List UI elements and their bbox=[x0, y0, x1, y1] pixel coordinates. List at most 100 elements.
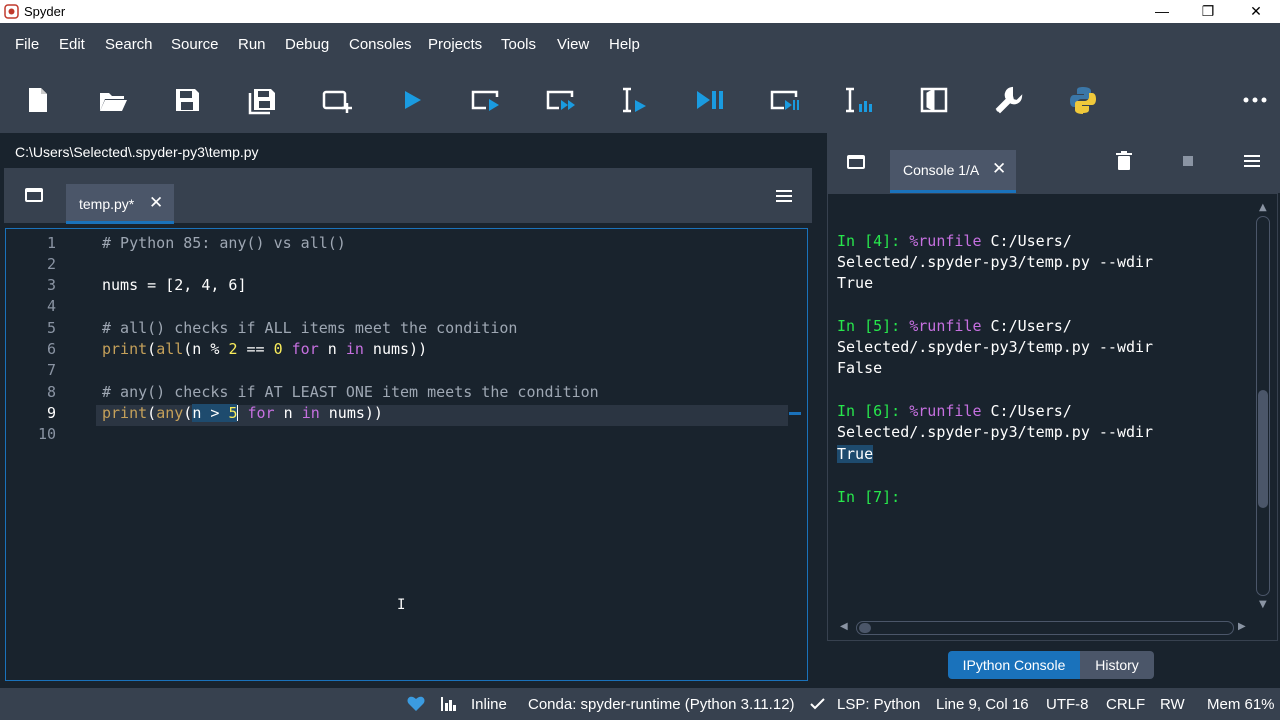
save-all-button[interactable] bbox=[246, 84, 278, 116]
magic-command: %runfile bbox=[909, 317, 982, 335]
scroll-thumb[interactable] bbox=[1258, 390, 1268, 508]
line-number: 2 bbox=[46, 255, 56, 273]
line-number: 8 bbox=[46, 383, 56, 401]
tab-console-1a[interactable]: Console 1/A ✕ bbox=[890, 150, 1016, 193]
menu-source[interactable]: Source bbox=[171, 36, 219, 53]
line-number-gutter: 1 2 3 4 5 6 7 8 9 10 bbox=[6, 229, 96, 680]
console-command-wrap: Selected/.spyder-py3/temp.py --wdir bbox=[837, 338, 1154, 356]
menu-tools[interactable]: Tools bbox=[501, 36, 536, 53]
code-editor[interactable]: 1 2 3 4 5 6 7 8 9 10 # Python 85: any() … bbox=[5, 228, 808, 681]
tab-label: Console 1/A bbox=[903, 162, 980, 178]
run-cell-button[interactable] bbox=[470, 84, 502, 116]
console-prompt: In [5]: bbox=[837, 317, 910, 335]
editor-file-path: C:\Users\Selected\.spyder-py3\temp.py bbox=[15, 144, 259, 160]
scroll-flag-marker bbox=[789, 412, 801, 415]
code-token: print bbox=[102, 404, 148, 422]
new-file-icon bbox=[29, 88, 47, 112]
code-line-3: nums = [2, 4, 6] bbox=[102, 276, 247, 294]
current-line-number: 9 bbox=[46, 404, 56, 422]
restore-button[interactable]: ❐ bbox=[1185, 0, 1231, 23]
stop-icon[interactable] bbox=[1183, 156, 1193, 166]
menu-edit[interactable]: Edit bbox=[59, 36, 85, 53]
code-token: ( bbox=[147, 340, 157, 358]
status-permissions: RW bbox=[1160, 696, 1185, 713]
python-logo-icon bbox=[1070, 87, 1096, 114]
pane-splitter[interactable] bbox=[812, 133, 824, 688]
code-line-9: print(any(n > 5 for n in nums)) bbox=[102, 404, 383, 422]
trash-icon[interactable] bbox=[1115, 151, 1133, 171]
menu-debug[interactable]: Debug bbox=[285, 36, 329, 53]
scroll-down-arrow-icon[interactable]: ▼ bbox=[1259, 599, 1267, 610]
heart-icon[interactable] bbox=[407, 696, 425, 712]
maximize-pane-button[interactable] bbox=[918, 84, 950, 116]
magic-command: %runfile bbox=[909, 232, 982, 250]
preferences-button[interactable] bbox=[992, 84, 1024, 116]
close-tab-icon[interactable]: ✕ bbox=[149, 193, 163, 213]
editor-options-menu-icon[interactable] bbox=[776, 190, 792, 203]
menu-projects[interactable]: Projects bbox=[428, 36, 482, 53]
debug-button[interactable] bbox=[694, 84, 726, 116]
code-token: ( bbox=[183, 404, 193, 422]
undock-icon[interactable] bbox=[25, 188, 43, 202]
console-horizontal-scrollbar[interactable]: ◀ ▶ bbox=[840, 621, 1246, 635]
window-title: Spyder bbox=[24, 4, 66, 19]
mouse-ibeam-cursor: I bbox=[397, 597, 406, 613]
save-icon bbox=[176, 89, 199, 111]
menu-view[interactable]: View bbox=[557, 36, 589, 53]
undock-icon[interactable] bbox=[847, 155, 865, 169]
close-window-button[interactable]: ✕ bbox=[1233, 0, 1279, 23]
status-lsp[interactable]: LSP: Python bbox=[837, 696, 920, 713]
tab-ipython-console[interactable]: IPython Console bbox=[948, 651, 1080, 679]
code-token: (n % bbox=[183, 340, 229, 358]
tab-history[interactable]: History bbox=[1080, 651, 1154, 679]
debug-selection-button[interactable] bbox=[843, 84, 875, 116]
line-number: 10 bbox=[37, 425, 56, 443]
console-options-menu-icon[interactable] bbox=[1244, 155, 1260, 168]
run-cell-icon bbox=[471, 90, 499, 111]
editor-tab-bar: temp.py* ✕ bbox=[4, 168, 812, 224]
ellipsis-icon bbox=[1243, 97, 1267, 103]
menu-run[interactable]: Run bbox=[238, 36, 266, 53]
console-prompt: In [6]: bbox=[837, 402, 910, 420]
console-output: True bbox=[837, 274, 874, 292]
code-line-8: # any() checks if AT LEAST ONE item meet… bbox=[102, 383, 599, 401]
debug-cell-button[interactable] bbox=[769, 84, 801, 116]
status-conda-env[interactable]: Conda: spyder-runtime (Python 3.11.12) bbox=[528, 696, 795, 713]
python-path-manager-button[interactable] bbox=[1067, 84, 1099, 116]
run-selection-button[interactable] bbox=[619, 84, 651, 116]
menu-help[interactable]: Help bbox=[609, 36, 640, 53]
status-memory: Mem 61% bbox=[1207, 696, 1275, 713]
run-cell-advance-icon bbox=[546, 90, 575, 110]
code-token: in bbox=[345, 340, 364, 358]
tab-temp-py[interactable]: temp.py* ✕ bbox=[66, 184, 174, 224]
menu-file[interactable]: File bbox=[15, 36, 39, 53]
console-output-selected: True bbox=[837, 445, 874, 463]
run-file-button[interactable] bbox=[396, 84, 428, 116]
close-tab-icon[interactable]: ✕ bbox=[992, 159, 1006, 179]
console-command: C:/Users/ bbox=[981, 232, 1072, 250]
new-cell-button[interactable] bbox=[321, 84, 353, 116]
menu-search[interactable]: Search bbox=[105, 36, 153, 53]
line-number: 6 bbox=[46, 340, 56, 358]
scroll-thumb[interactable] bbox=[859, 623, 871, 633]
menu-consoles[interactable]: Consoles bbox=[349, 36, 412, 53]
minimize-button[interactable]: — bbox=[1139, 0, 1185, 23]
console-vertical-scrollbar[interactable]: ▲ ▼ bbox=[1256, 202, 1270, 610]
open-file-button[interactable] bbox=[97, 84, 129, 116]
status-inline-backend[interactable]: Inline bbox=[471, 696, 507, 713]
code-line-5: # all() checks if ALL items meet the con… bbox=[102, 319, 518, 337]
save-button[interactable] bbox=[171, 84, 203, 116]
code-token: n bbox=[318, 340, 346, 358]
scroll-right-arrow-icon[interactable]: ▶ bbox=[1238, 621, 1246, 632]
new-file-button[interactable] bbox=[22, 84, 54, 116]
console-input-line: In [4]: %runfile C:/Users/ bbox=[837, 232, 1072, 250]
console-pane: Console 1/A ✕ In [4]: %runfile C:/Users/… bbox=[824, 133, 1280, 688]
scroll-left-arrow-icon[interactable]: ◀ bbox=[840, 621, 848, 632]
more-options-button[interactable] bbox=[1239, 84, 1271, 116]
line-number: 5 bbox=[46, 319, 56, 337]
ipython-console[interactable]: In [4]: %runfile C:/Users/ Selected/.spy… bbox=[827, 193, 1278, 641]
console-output: False bbox=[837, 359, 883, 377]
scroll-up-arrow-icon[interactable]: ▲ bbox=[1259, 202, 1267, 213]
run-cell-advance-button[interactable] bbox=[545, 84, 577, 116]
